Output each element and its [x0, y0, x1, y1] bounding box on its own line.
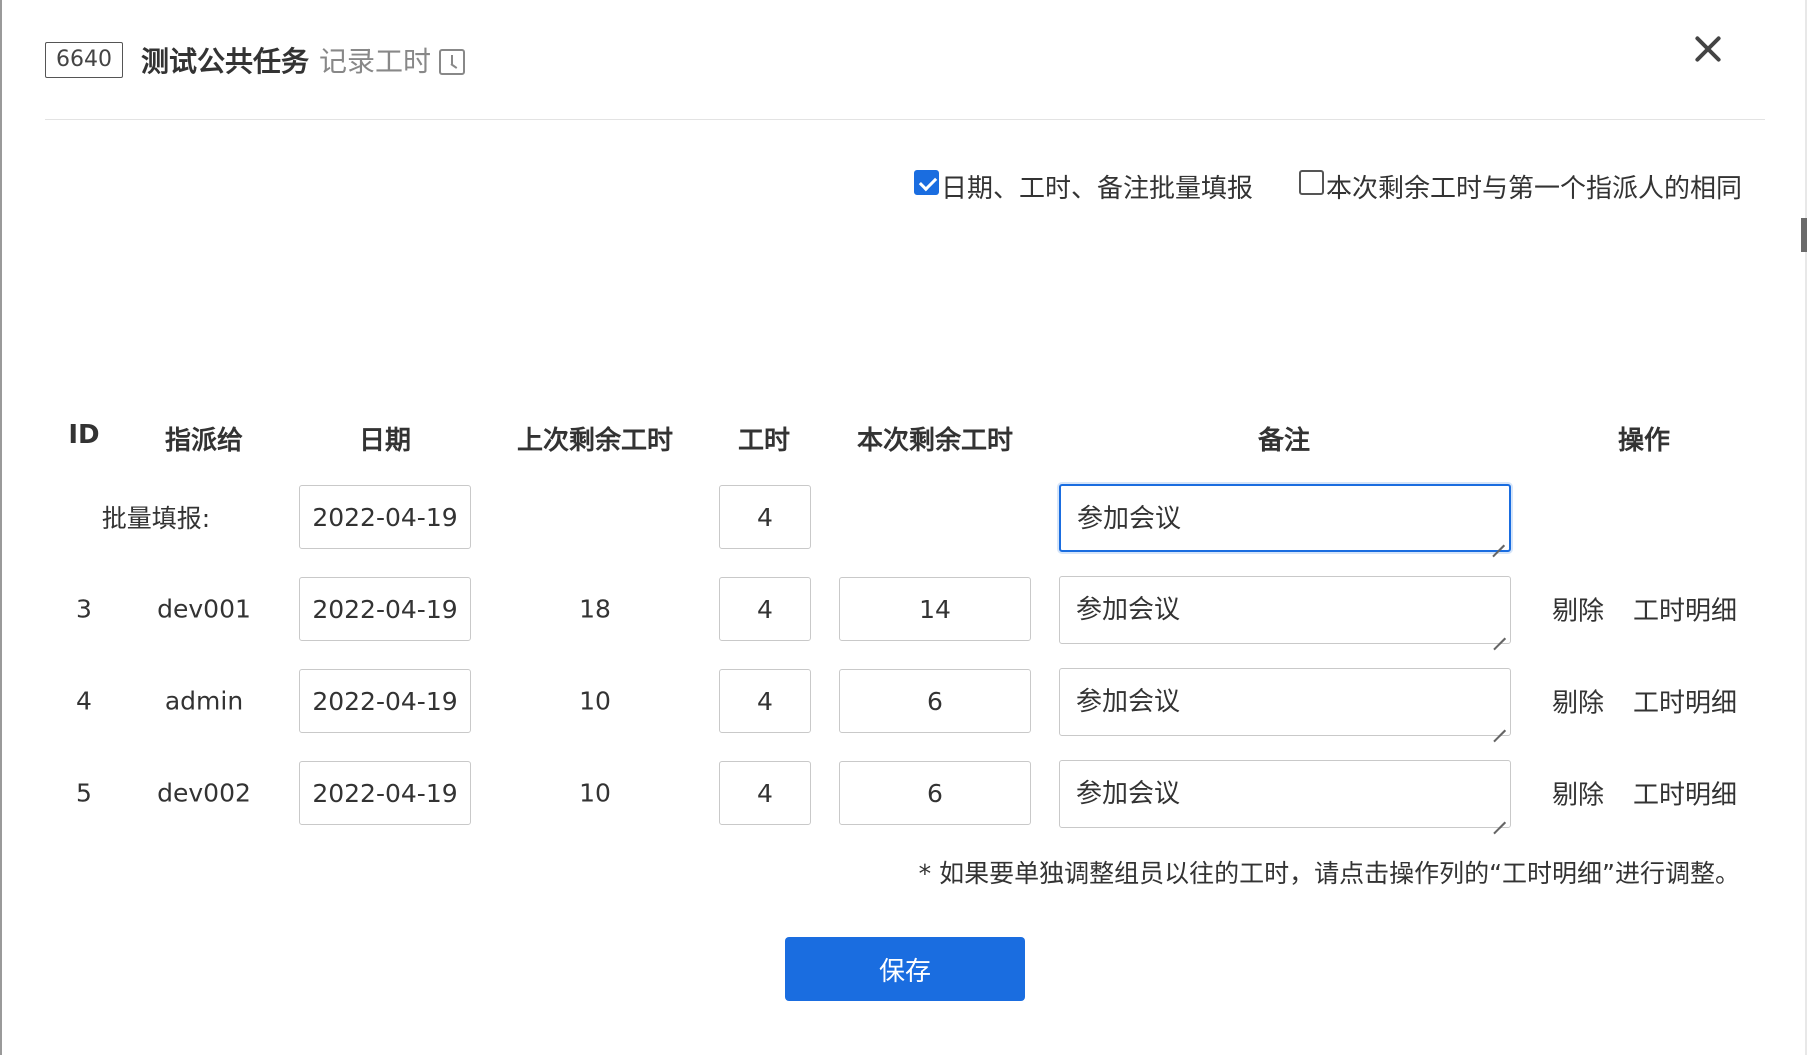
row-note-textarea[interactable]: 参加会议 — [1059, 760, 1511, 828]
row-remaining-input[interactable]: 6 — [839, 669, 1031, 733]
save-button[interactable]: 保存 — [785, 937, 1025, 1001]
batch-fill-row-label: 批量填报: — [101, 504, 211, 533]
row-assignee: dev001 — [157, 594, 251, 624]
row-remaining-input[interactable]: 6 — [839, 761, 1031, 825]
remove-link[interactable]: 剔除 — [1552, 591, 1604, 628]
batch-fill-option[interactable]: 日期、工时、备注批量填报 — [913, 168, 1253, 205]
remove-link[interactable]: 剔除 — [1552, 683, 1604, 720]
row-assignee: admin — [164, 686, 244, 716]
col-header-remaining: 本次剩余工时 — [856, 426, 1014, 456]
row-id: 3 — [76, 594, 92, 624]
row-date-input[interactable]: 2022-04-19 — [299, 761, 471, 825]
log-hours-dialog: 6640 测试公共任务 记录工时 日期、工时、备注批量填报 本次剩余工时与第一个… — [0, 0, 1807, 1055]
row-remaining-input[interactable]: 14 — [839, 577, 1031, 641]
row-note-textarea[interactable]: 参加会议 — [1059, 576, 1511, 644]
col-header-date: 日期 — [358, 426, 412, 456]
row-id: 5 — [76, 778, 92, 808]
row-date-input[interactable]: 2022-04-19 — [299, 669, 471, 733]
batch-note-text: 参加会议 — [1077, 504, 1182, 534]
resize-handle-icon[interactable] — [1490, 531, 1506, 547]
col-header-hours: 工时 — [737, 426, 791, 456]
batch-fill-label: 日期、工时、备注批量填报 — [940, 174, 1253, 204]
dialog-action-title: 记录工时 — [319, 45, 432, 78]
hours-detail-link[interactable]: 工时明细 — [1633, 591, 1737, 628]
row-last-remaining: 10 — [579, 686, 611, 716]
col-header-actions: 操作 — [1617, 426, 1671, 456]
row-hours-input[interactable]: 4 — [719, 577, 811, 641]
batch-hours-input[interactable]: 4 — [719, 485, 811, 549]
batch-fill-checkbox[interactable] — [913, 170, 939, 195]
task-id-badge: 6640 — [45, 42, 123, 78]
col-header-last-remaining: 上次剩余工时 — [516, 426, 674, 456]
row-date-input[interactable]: 2022-04-19 — [299, 577, 471, 641]
same-remaining-checkbox[interactable] — [1298, 170, 1324, 195]
batch-note-textarea[interactable]: 参加会议 — [1059, 484, 1511, 552]
row-last-remaining: 18 — [579, 594, 611, 624]
options-bar: 日期、工时、备注批量填报 本次剩余工时与第一个指派人的相同 — [913, 168, 1742, 205]
row-assignee: dev002 — [157, 778, 251, 808]
col-header-id: ID — [68, 420, 100, 450]
resize-handle-icon[interactable] — [1491, 624, 1507, 640]
task-title: 测试公共任务 — [141, 45, 310, 78]
row-note-textarea[interactable]: 参加会议 — [1059, 668, 1511, 736]
row-id: 4 — [76, 686, 92, 716]
adjustment-hint: * 如果要单独调整组员以往的工时，请点击操作列的“工时明细”进行调整。 — [918, 859, 1740, 888]
header-divider — [45, 119, 1765, 120]
resize-handle-icon[interactable] — [1491, 808, 1507, 824]
close-icon[interactable] — [1689, 30, 1727, 68]
col-header-assignee: 指派给 — [164, 426, 244, 456]
hours-detail-link[interactable]: 工时明细 — [1633, 683, 1737, 720]
scrollbar-thumb[interactable] — [1801, 218, 1807, 252]
resize-handle-icon[interactable] — [1491, 716, 1507, 732]
same-remaining-label: 本次剩余工时与第一个指派人的相同 — [1325, 174, 1742, 204]
dialog-header: 6640 测试公共任务 记录工时 — [45, 36, 466, 84]
col-header-note: 备注 — [1257, 426, 1311, 456]
same-remaining-option[interactable]: 本次剩余工时与第一个指派人的相同 — [1298, 168, 1742, 205]
clock-icon — [439, 49, 466, 75]
remove-link[interactable]: 剔除 — [1552, 775, 1604, 812]
row-note-text: 参加会议 — [1076, 779, 1181, 809]
batch-date-input[interactable]: 2022-04-19 — [299, 485, 471, 549]
row-note-text: 参加会议 — [1076, 687, 1181, 717]
row-hours-input[interactable]: 4 — [719, 761, 811, 825]
row-note-text: 参加会议 — [1076, 595, 1181, 625]
hours-detail-link[interactable]: 工时明细 — [1633, 775, 1737, 812]
row-last-remaining: 10 — [579, 778, 611, 808]
row-hours-input[interactable]: 4 — [719, 669, 811, 733]
